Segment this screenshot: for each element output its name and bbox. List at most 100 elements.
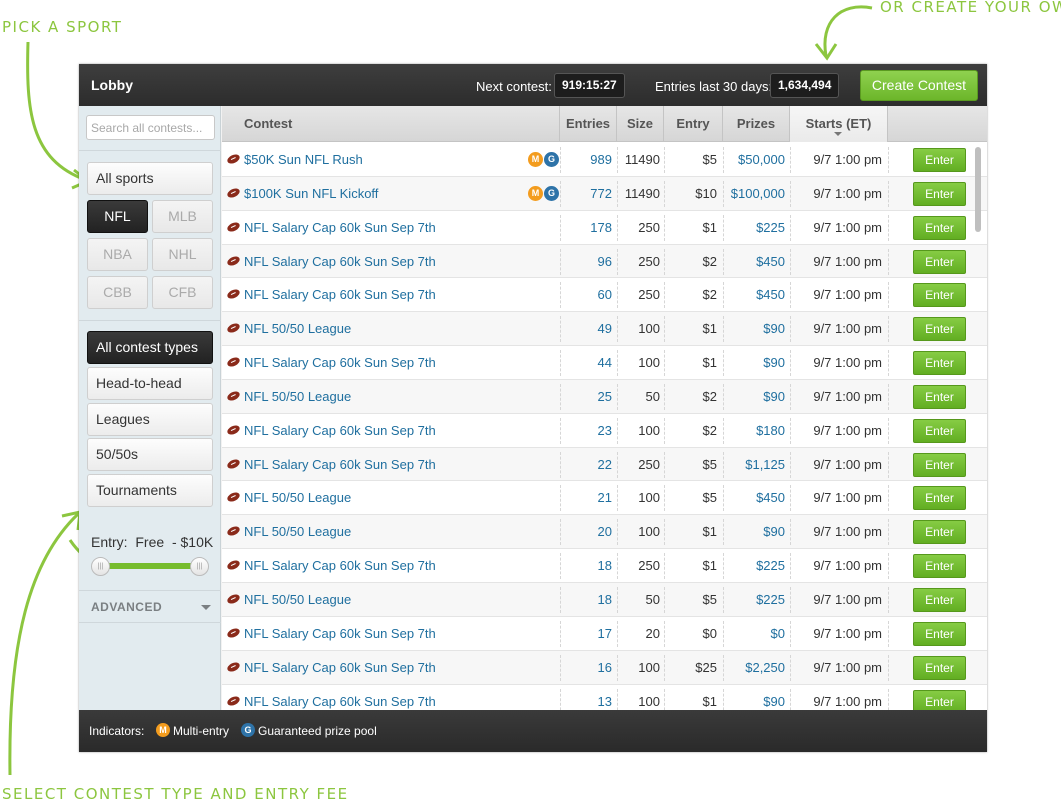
entries-count[interactable]: 96 <box>560 245 612 278</box>
entry-fee-min-handle[interactable]: ||| <box>91 557 110 576</box>
enter-button[interactable]: Enter <box>913 520 966 545</box>
entry-fee-slider-track[interactable] <box>101 563 201 569</box>
table-row[interactable]: NFL 50/50 League 20 100 $1 $90 9/7 1:00 pm Ent… <box>222 515 987 550</box>
table-row[interactable]: NFL Salary Cap 60k Sun Sep 7th 16 100 $25 $2… <box>222 650 987 685</box>
enter-button[interactable]: Enter <box>913 689 966 710</box>
table-row[interactable]: NFL 50/50 League 21 100 $5 $450 9/7 1:00 pm En… <box>222 481 987 516</box>
prize-amount[interactable]: $450 <box>722 481 785 514</box>
contest-name-link[interactable]: NFL Salary Cap 60k Sun Sep 7th <box>244 278 436 311</box>
table-row[interactable]: NFL Salary Cap 60k Sun Sep 7th 17 20 $0 $0 9/… <box>222 616 987 651</box>
prize-amount[interactable]: $90 <box>722 515 785 548</box>
all-sports-button[interactable]: All sports <box>87 162 213 195</box>
table-row[interactable]: NFL Salary Cap 60k Sun Sep 7th 178 250 $1 $2… <box>222 210 987 245</box>
enter-button[interactable]: Enter <box>913 418 966 443</box>
enter-button[interactable]: Enter <box>913 486 966 511</box>
create-contest-button[interactable]: Create Contest <box>860 70 978 101</box>
contest-type-head-to-head[interactable]: Head-to-head <box>87 367 213 400</box>
contest-name-link[interactable]: NFL Salary Cap 60k Sun Sep 7th <box>244 245 436 278</box>
entries-count[interactable]: 18 <box>560 549 612 582</box>
entries-count[interactable]: 772 <box>560 177 612 210</box>
sport-cfb-button[interactable]: CFB <box>152 276 213 309</box>
column-contest[interactable]: Contest <box>222 106 560 142</box>
prize-amount[interactable]: $50,000 <box>722 143 785 176</box>
enter-button[interactable]: Enter <box>913 655 966 680</box>
contest-name-link[interactable]: NFL Salary Cap 60k Sun Sep 7th <box>244 211 436 244</box>
entries-count[interactable]: 17 <box>560 617 612 650</box>
table-row[interactable]: NFL Salary Cap 60k Sun Sep 7th 13 100 $1 $90… <box>222 684 987 711</box>
contest-type-tournaments[interactable]: Tournaments <box>87 474 213 507</box>
entries-count[interactable]: 18 <box>560 583 612 616</box>
prize-amount[interactable]: $2,250 <box>722 651 785 684</box>
entries-count[interactable]: 178 <box>560 211 612 244</box>
table-row[interactable]: NFL Salary Cap 60k Sun Sep 7th 60 250 $2 $45… <box>222 278 987 313</box>
contest-name-link[interactable]: NFL Salary Cap 60k Sun Sep 7th <box>244 448 436 481</box>
entries-count[interactable]: 20 <box>560 515 612 548</box>
contest-name-link[interactable]: NFL 50/50 League <box>244 481 351 514</box>
contest-type-all[interactable]: All contest types <box>87 331 213 364</box>
prize-amount[interactable]: $90 <box>722 346 785 379</box>
prize-amount[interactable]: $1,125 <box>722 448 785 481</box>
chevron-down-icon[interactable] <box>201 605 211 610</box>
enter-button[interactable]: Enter <box>913 587 966 612</box>
column-entries[interactable]: Entries <box>560 106 617 142</box>
column-prizes[interactable]: Prizes <box>723 106 790 142</box>
contest-name-link[interactable]: NFL Salary Cap 60k Sun Sep 7th <box>244 617 436 650</box>
entries-count[interactable]: 22 <box>560 448 612 481</box>
prize-amount[interactable]: $450 <box>722 278 785 311</box>
contest-name-link[interactable]: NFL Salary Cap 60k Sun Sep 7th <box>244 651 436 684</box>
scrollbar-thumb[interactable] <box>975 147 981 232</box>
sport-cbb-button[interactable]: CBB <box>87 276 148 309</box>
contest-type-5050s[interactable]: 50/50s <box>87 438 213 471</box>
entries-count[interactable]: 60 <box>560 278 612 311</box>
prize-amount[interactable]: $90 <box>722 380 785 413</box>
enter-button[interactable]: Enter <box>913 283 966 308</box>
table-row[interactable]: $50K Sun NFL Rush M G 989 11490 $5 $50,000 9/7 … <box>222 143 987 177</box>
enter-button[interactable]: Enter <box>913 452 966 477</box>
entries-count[interactable]: 13 <box>560 685 612 711</box>
contest-name-link[interactable]: NFL 50/50 League <box>244 515 351 548</box>
enter-button[interactable]: Enter <box>913 351 966 376</box>
column-starts[interactable]: Starts (ET) <box>790 106 888 142</box>
table-row[interactable]: NFL 50/50 League 25 50 $2 $90 9/7 1:00 pm Ente… <box>222 379 987 414</box>
prize-amount[interactable]: $90 <box>722 685 785 711</box>
contest-name-link[interactable]: NFL Salary Cap 60k Sun Sep 7th <box>244 414 436 447</box>
entries-count[interactable]: 49 <box>560 312 612 345</box>
contest-name-link[interactable]: NFL Salary Cap 60k Sun Sep 7th <box>244 549 436 582</box>
contest-name-link[interactable]: NFL 50/50 League <box>244 380 351 413</box>
sport-nhl-button[interactable]: NHL <box>152 238 213 271</box>
sport-nba-button[interactable]: NBA <box>87 238 148 271</box>
table-row[interactable]: NFL Salary Cap 60k Sun Sep 7th 96 250 $2 $45… <box>222 244 987 279</box>
enter-button[interactable]: Enter <box>913 554 966 579</box>
contest-name-link[interactable]: $100K Sun NFL Kickoff <box>244 177 378 210</box>
prize-amount[interactable]: $180 <box>722 414 785 447</box>
enter-button[interactable]: Enter <box>913 249 966 274</box>
contest-name-link[interactable]: NFL Salary Cap 60k Sun Sep 7th <box>244 685 436 711</box>
table-row[interactable]: NFL Salary Cap 60k Sun Sep 7th 44 100 $1 $90… <box>222 346 987 380</box>
entries-count[interactable]: 25 <box>560 380 612 413</box>
enter-button[interactable]: Enter <box>913 317 966 342</box>
column-size[interactable]: Size <box>617 106 664 142</box>
enter-button[interactable]: Enter <box>913 384 966 409</box>
entries-count[interactable]: 16 <box>560 651 612 684</box>
prize-amount[interactable]: $0 <box>722 617 785 650</box>
prize-amount[interactable]: $225 <box>722 549 785 582</box>
entries-count[interactable]: 23 <box>560 414 612 447</box>
prize-amount[interactable]: $225 <box>722 211 785 244</box>
sport-nfl-button[interactable]: NFL <box>87 200 148 233</box>
advanced-toggle[interactable]: ADVANCED <box>91 600 162 614</box>
entry-fee-max-handle[interactable]: ||| <box>190 557 209 576</box>
search-input[interactable] <box>86 115 215 140</box>
column-entry[interactable]: Entry <box>664 106 723 142</box>
prize-amount[interactable]: $100,000 <box>722 177 785 210</box>
prize-amount[interactable]: $225 <box>722 583 785 616</box>
prize-amount[interactable]: $90 <box>722 312 785 345</box>
table-row[interactable]: NFL 50/50 League 49 100 $1 $90 9/7 1:00 pm Ent… <box>222 312 987 347</box>
contest-type-leagues[interactable]: Leagues <box>87 403 213 436</box>
contest-name-link[interactable]: $50K Sun NFL Rush <box>244 143 363 176</box>
prize-amount[interactable]: $450 <box>722 245 785 278</box>
enter-button[interactable]: Enter <box>913 621 966 646</box>
table-row[interactable]: NFL Salary Cap 60k Sun Sep 7th 22 250 $5 $1,… <box>222 447 987 482</box>
enter-button[interactable]: Enter <box>913 148 966 172</box>
contest-name-link[interactable]: NFL 50/50 League <box>244 312 351 345</box>
entries-count[interactable]: 21 <box>560 481 612 514</box>
